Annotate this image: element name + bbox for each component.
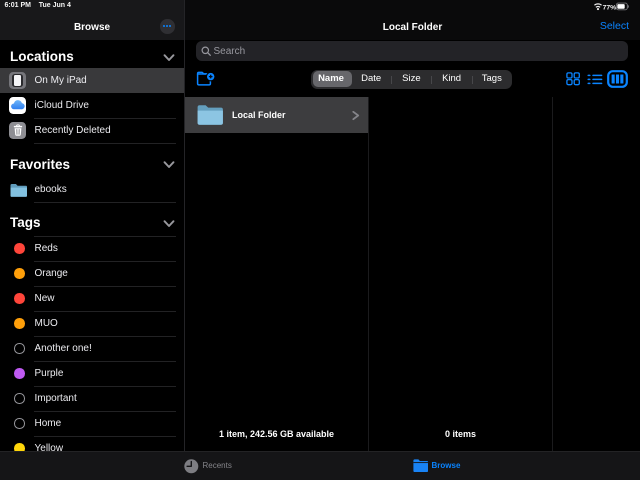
svg-text:77%: 77% xyxy=(603,5,617,12)
